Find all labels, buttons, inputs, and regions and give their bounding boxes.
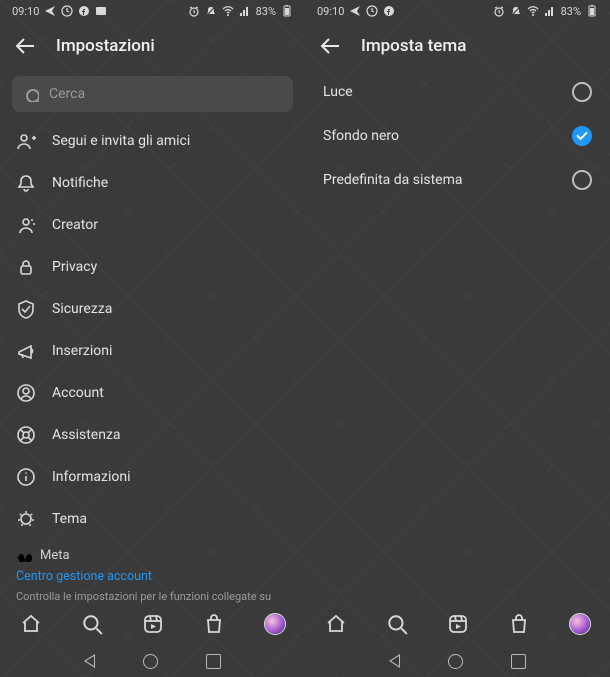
row-label: Sicurezza xyxy=(52,301,112,317)
android-softkeys xyxy=(0,649,305,673)
signal-icon xyxy=(239,5,251,17)
option-label: Predefinita da sistema xyxy=(323,172,463,188)
facebook-icon xyxy=(383,5,395,17)
softkey-home[interactable] xyxy=(143,654,158,669)
lock-icon xyxy=(16,257,36,277)
row-ads[interactable]: Inserzioni xyxy=(0,330,305,372)
softkey-recent[interactable] xyxy=(206,654,221,669)
wifi-icon xyxy=(527,5,539,17)
info-icon xyxy=(16,467,36,487)
radio-icon xyxy=(572,82,592,102)
battery-icon xyxy=(281,5,293,17)
page-title: Imposta tema xyxy=(361,36,466,56)
page-title: Impostazioni xyxy=(56,36,155,56)
search-icon xyxy=(24,87,39,102)
nav-shop-icon[interactable] xyxy=(508,613,530,635)
row-label: Informazioni xyxy=(52,469,131,485)
row-label: Assistenza xyxy=(52,427,121,443)
palette-icon xyxy=(16,509,36,529)
row-creator[interactable]: Creator xyxy=(0,204,305,246)
status-battery: 83% xyxy=(256,5,276,18)
row-help[interactable]: Assistenza xyxy=(0,414,305,456)
bottom-nav xyxy=(305,601,610,647)
telegram-icon xyxy=(349,5,361,17)
nav-profile-avatar[interactable] xyxy=(569,613,591,635)
nav-search-icon[interactable] xyxy=(81,613,103,635)
softkey-back[interactable] xyxy=(84,654,95,668)
meta-section: Meta xyxy=(0,540,305,565)
meta-icon xyxy=(16,550,34,562)
wifi-icon xyxy=(222,5,234,17)
accounts-center-link[interactable]: Centro gestione account xyxy=(0,565,305,590)
header: Imposta tema xyxy=(305,22,610,70)
shield-icon xyxy=(16,299,36,319)
facebook-icon xyxy=(78,5,90,17)
softkey-back[interactable] xyxy=(389,654,400,668)
alarm-icon xyxy=(493,5,505,17)
search-placeholder: Cerca xyxy=(49,86,85,102)
dnd-icon xyxy=(205,5,217,17)
row-theme[interactable]: Tema xyxy=(0,498,305,540)
radio-icon-selected xyxy=(572,126,592,146)
search-input[interactable]: Cerca xyxy=(12,76,293,112)
android-softkeys xyxy=(305,649,610,673)
row-label: Tema xyxy=(52,511,87,527)
follow-invite-icon xyxy=(16,131,36,151)
row-security[interactable]: Sicurezza xyxy=(0,288,305,330)
row-label: Inserzioni xyxy=(52,343,112,359)
nav-search-icon[interactable] xyxy=(386,613,408,635)
softkey-home[interactable] xyxy=(448,654,463,669)
back-icon[interactable] xyxy=(14,35,36,57)
nav-reels-icon[interactable] xyxy=(142,613,164,635)
status-time: 09:10 xyxy=(317,5,344,18)
row-follow[interactable]: Segui e invita gli amici xyxy=(0,120,305,162)
bottom-nav xyxy=(0,601,305,647)
row-label: Segui e invita gli amici xyxy=(52,133,190,149)
megaphone-icon xyxy=(16,341,36,361)
option-label: Sfondo nero xyxy=(323,128,399,144)
meta-section-label: Meta xyxy=(40,548,70,563)
nav-home-icon[interactable] xyxy=(325,613,347,635)
row-account[interactable]: Account xyxy=(0,372,305,414)
theme-option-light[interactable]: Luce xyxy=(305,70,610,114)
row-label: Creator xyxy=(52,217,98,233)
row-label: Notifiche xyxy=(52,175,108,191)
lifebuoy-icon xyxy=(16,425,36,445)
account-icon xyxy=(16,383,36,403)
row-label: Privacy xyxy=(52,259,97,275)
gallery-icon xyxy=(95,5,107,17)
row-notifications[interactable]: Notifiche xyxy=(0,162,305,204)
softkey-recent[interactable] xyxy=(511,654,526,669)
radio-icon xyxy=(572,170,592,190)
status-battery: 83% xyxy=(561,5,581,18)
option-label: Luce xyxy=(323,84,353,100)
theme-option-system[interactable]: Predefinita da sistema xyxy=(305,158,610,202)
header: Impostazioni xyxy=(0,22,305,70)
row-info[interactable]: Informazioni xyxy=(0,456,305,498)
back-icon[interactable] xyxy=(319,35,341,57)
status-bar: 09:10 83% xyxy=(0,0,305,22)
status-bar: 09:10 83% xyxy=(305,0,610,22)
nav-home-icon[interactable] xyxy=(20,613,42,635)
row-privacy[interactable]: Privacy xyxy=(0,246,305,288)
nav-shop-icon[interactable] xyxy=(203,613,225,635)
battery-icon xyxy=(586,5,598,17)
row-label: Account xyxy=(52,385,104,401)
clock-icon xyxy=(61,5,73,17)
phone-left: 09:10 83% Impostazioni Cerca Seg xyxy=(0,0,305,677)
nav-profile-avatar[interactable] xyxy=(264,613,286,635)
clock-icon xyxy=(366,5,378,17)
dnd-icon xyxy=(510,5,522,17)
telegram-icon xyxy=(44,5,56,17)
signal-icon xyxy=(544,5,556,17)
theme-option-dark[interactable]: Sfondo nero xyxy=(305,114,610,158)
alarm-icon xyxy=(188,5,200,17)
phone-right: 09:10 83% Imposta tema Luce Sfondo xyxy=(305,0,610,677)
bell-icon xyxy=(16,173,36,193)
status-time: 09:10 xyxy=(12,5,39,18)
nav-reels-icon[interactable] xyxy=(447,613,469,635)
creator-icon xyxy=(16,215,36,235)
